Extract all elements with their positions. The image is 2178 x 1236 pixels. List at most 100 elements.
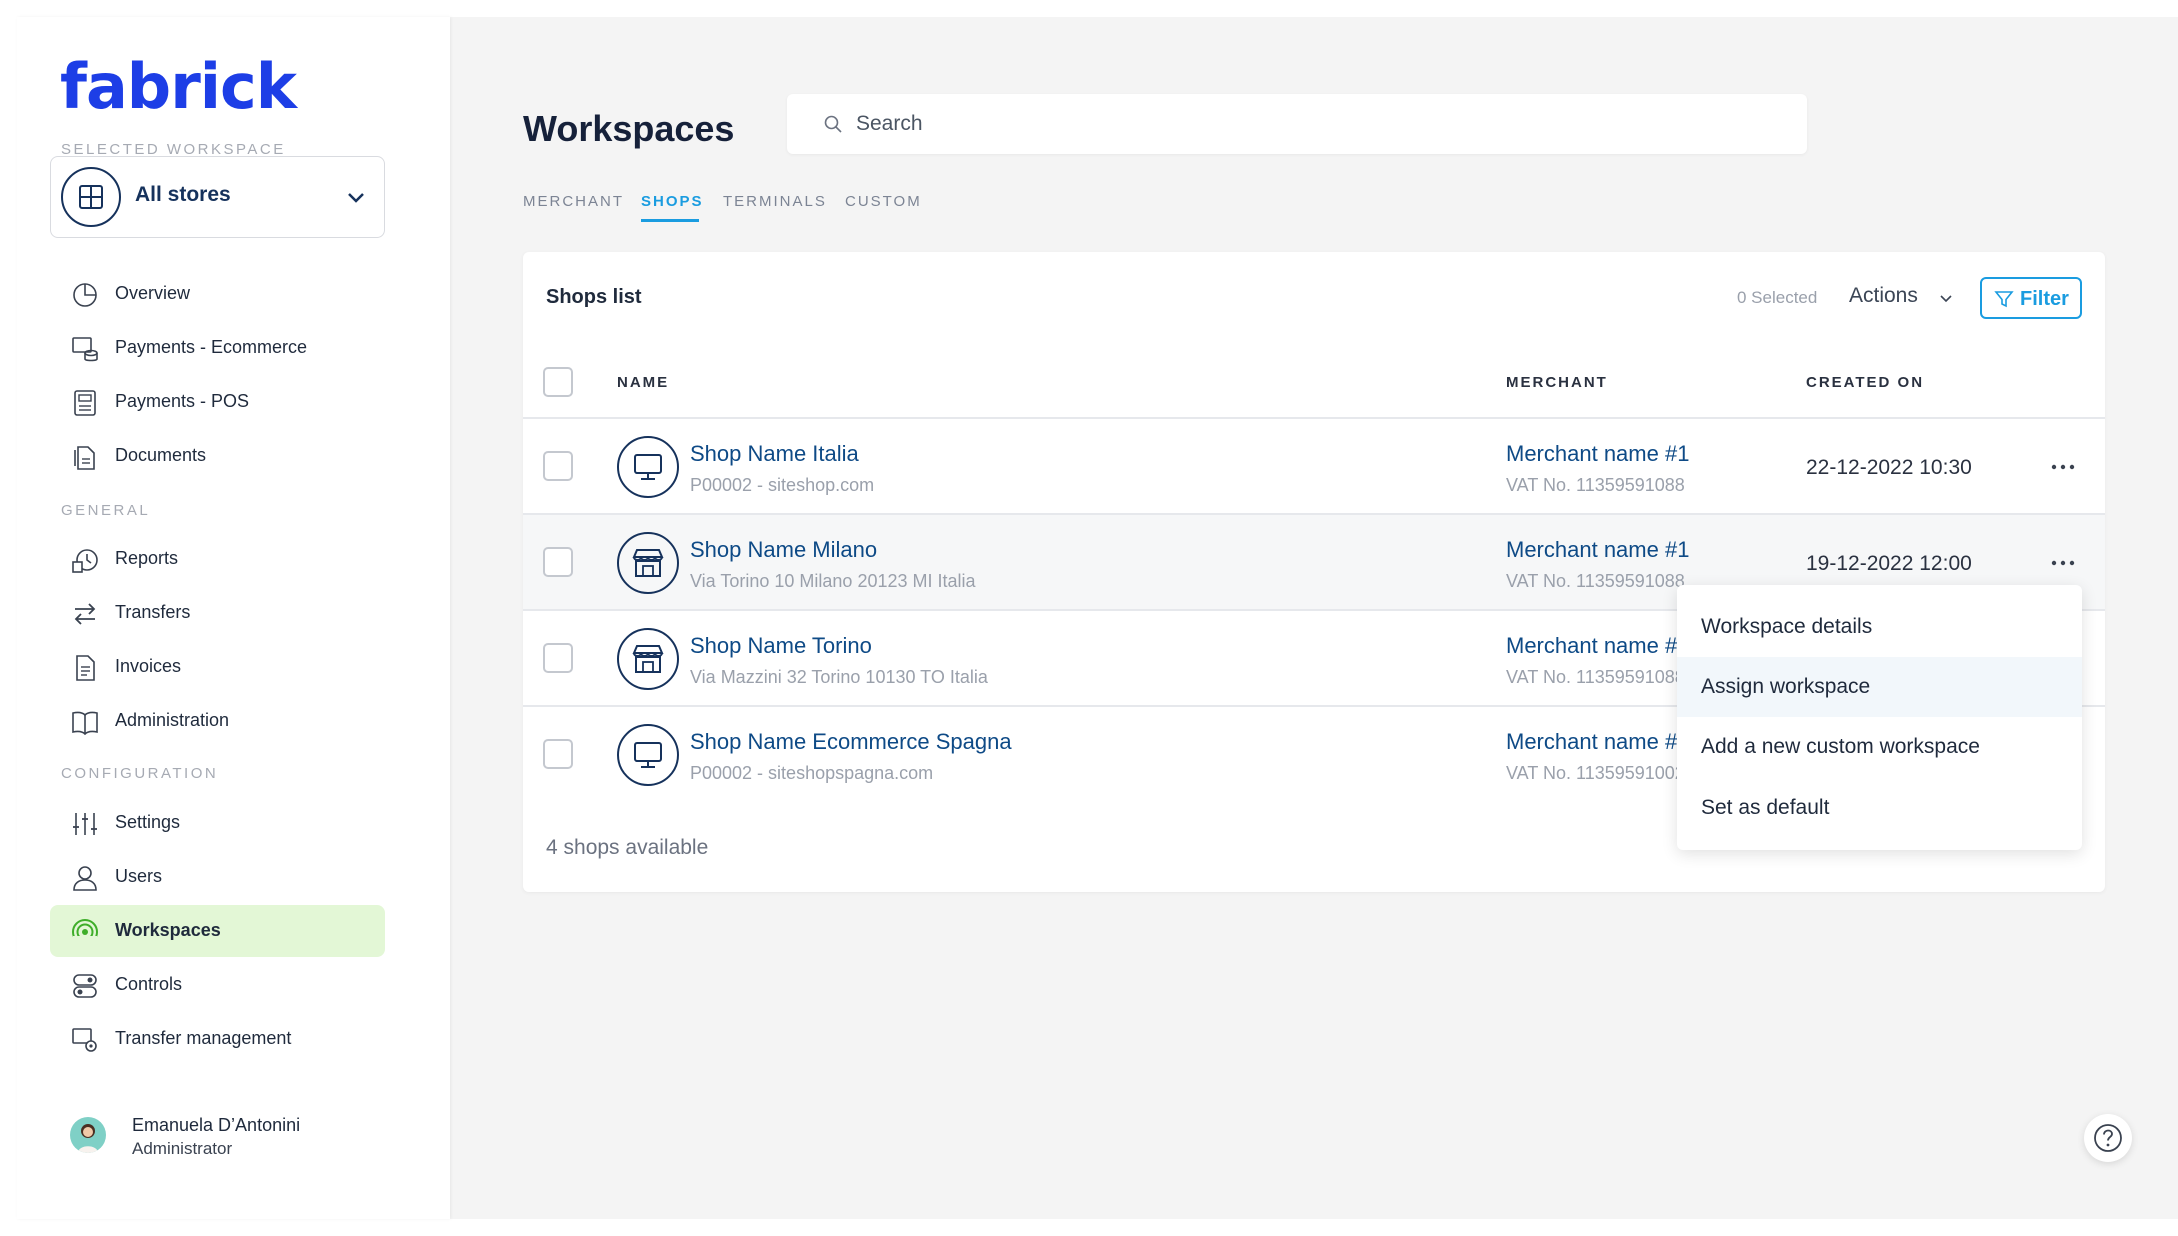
fabrick-logo[interactable]: fabrick — [60, 50, 297, 123]
help-icon — [2094, 1124, 2122, 1152]
menu-item-workspace-details[interactable]: Workspace details — [1677, 597, 2082, 657]
pie-chart-icon — [73, 283, 97, 307]
row-checkbox[interactable] — [543, 643, 573, 673]
menu-item-assign-workspace[interactable]: Assign workspace — [1677, 657, 2082, 717]
monitor-icon — [617, 724, 679, 786]
sidebar-item-transfers[interactable]: Transfers — [50, 587, 385, 639]
shop-subtitle: Via Torino 10 Milano 20123 MI Italia — [690, 571, 976, 591]
shop-subtitle: P00002 - siteshopspagna.com — [690, 763, 934, 783]
sliders-icon — [73, 813, 97, 835]
ecommerce-payments-icon — [72, 337, 98, 362]
shop-name-link[interactable]: Shop Name Italia — [690, 441, 859, 467]
sidebar-item-label: Users — [115, 866, 163, 886]
tab-terminals[interactable]: TERMINALS — [723, 193, 827, 210]
shop-name-link[interactable]: Shop Name Torino — [690, 633, 872, 659]
column-header-merchant[interactable]: MERCHANT — [1506, 374, 1608, 391]
store-icon — [617, 532, 679, 594]
more-options-icon[interactable] — [2048, 553, 2078, 573]
sidebar-item-users[interactable]: Users — [50, 851, 385, 903]
sidebar-item-overview[interactable]: Overview — [50, 268, 385, 320]
sidebar-item-label: Payments - POS — [115, 391, 250, 411]
menu-item-label: Workspace details — [1701, 615, 1873, 638]
filter-button[interactable]: Filter — [1980, 277, 2082, 319]
workspace-selector-label: All stores — [135, 183, 231, 206]
general-section-label: GENERAL — [61, 502, 151, 519]
shop-name-link[interactable]: Shop Name Milano — [690, 537, 877, 563]
row-checkbox[interactable] — [543, 547, 573, 577]
sidebar-item-documents[interactable]: Documents — [50, 430, 385, 482]
sidebar-item-controls[interactable]: Controls — [50, 959, 385, 1011]
sidebar-item-label: Controls — [115, 974, 183, 994]
sidebar-item-transfer-management[interactable]: Transfer management — [50, 1013, 385, 1065]
menu-item-label: Set as default — [1701, 796, 1830, 819]
sidebar-item-workspaces[interactable]: Workspaces — [50, 905, 385, 957]
transfer-management-icon — [72, 1028, 97, 1052]
filter-button-label: Filter — [2020, 288, 2069, 310]
filter-icon — [1994, 291, 2014, 308]
monitor-icon — [617, 436, 679, 498]
merchant-name-link[interactable]: Merchant name # — [1506, 729, 1677, 755]
sidebar-item-payments-ecommerce[interactable]: Payments - Ecommerce — [50, 322, 385, 374]
merchant-name-link[interactable]: Merchant name #1 — [1506, 537, 1689, 563]
menu-item-add-custom-workspace[interactable]: Add a new custom workspace — [1677, 717, 2082, 777]
sidebar-item-administration[interactable]: Administration — [50, 695, 385, 747]
row-checkbox[interactable] — [543, 451, 573, 481]
workspace-selector[interactable]: All stores — [50, 156, 385, 238]
created-on: 19-12-2022 12:00 — [1806, 552, 1972, 575]
shop-subtitle: Via Mazzini 32 Torino 10130 TO Italia — [690, 667, 988, 687]
merchant-vat: VAT No. 11359591088 — [1506, 667, 1685, 687]
column-header-created-on[interactable]: CREATED ON — [1806, 374, 1924, 391]
sidebar-item-label: Payments - Ecommerce — [115, 337, 308, 357]
sidebar-item-label: Administration — [115, 710, 230, 730]
menu-item-set-as-default[interactable]: Set as default — [1677, 778, 2082, 838]
more-options-icon[interactable] — [2048, 457, 2078, 477]
tab-merchant[interactable]: MERCHANT — [523, 193, 624, 210]
transfers-icon — [74, 603, 96, 625]
sidebar-item-label: Invoices — [115, 656, 182, 676]
help-button[interactable] — [2084, 1114, 2132, 1162]
search-bar[interactable] — [787, 94, 1807, 154]
sidebar-item-label: Transfer management — [115, 1028, 292, 1048]
menu-item-label: Assign workspace — [1701, 675, 1871, 698]
configuration-section-label: CONFIGURATION — [61, 765, 219, 782]
shop-subtitle: P00002 - siteshop.com — [690, 475, 875, 495]
sidebar-item-label: Documents — [115, 445, 207, 465]
row-checkbox[interactable] — [543, 739, 573, 769]
sidebar-item-payments-pos[interactable]: Payments - POS — [50, 376, 385, 428]
sidebar-item-label: Workspaces — [115, 920, 221, 940]
card-title: Shops list — [546, 286, 642, 308]
row-context-menu: Workspace details Assign workspace Add a… — [1677, 585, 2082, 850]
avatar — [70, 1117, 106, 1153]
sidebar-item-reports[interactable]: Reports — [50, 533, 385, 585]
select-all-checkbox[interactable] — [543, 367, 573, 397]
grid-icon — [61, 167, 121, 227]
merchant-vat: VAT No. 11359591088 — [1506, 475, 1685, 495]
invoices-icon — [76, 655, 95, 681]
page-title: Workspaces — [523, 108, 735, 149]
merchant-vat: VAT No. 11359591088 — [1506, 571, 1685, 591]
created-on: 22-12-2022 10:30 — [1806, 456, 1972, 479]
tab-custom[interactable]: CUSTOM — [845, 193, 922, 210]
chevron-down-icon — [348, 193, 364, 203]
pos-terminal-icon — [74, 390, 96, 416]
chevron-down-icon[interactable] — [1938, 290, 1954, 306]
merchant-name-link[interactable]: Merchant name # — [1506, 633, 1677, 659]
table-divider — [523, 417, 2105, 419]
user-name: Emanuela D’Antonini — [132, 1115, 301, 1135]
search-icon — [824, 115, 842, 133]
tab-shops[interactable]: SHOPS — [641, 193, 704, 210]
merchant-vat: VAT No. 11359591002 — [1506, 763, 1685, 783]
active-tab-indicator — [641, 219, 699, 222]
selected-count: 0 Selected — [1737, 288, 1818, 307]
merchant-name-link[interactable]: Merchant name #1 — [1506, 441, 1689, 467]
sidebar-item-settings[interactable]: Settings — [50, 797, 385, 849]
menu-item-label: Add a new custom workspace — [1701, 735, 1980, 758]
shop-name-link[interactable]: Shop Name Ecommerce Spagna — [690, 729, 1012, 755]
search-input[interactable] — [856, 106, 1756, 142]
column-header-name[interactable]: NAME — [617, 374, 669, 391]
actions-dropdown[interactable]: Actions — [1849, 284, 1918, 308]
user-role: Administrator — [132, 1139, 233, 1158]
user-profile[interactable]: Emanuela D’Antonini Administrator — [70, 1105, 410, 1165]
sidebar-item-invoices[interactable]: Invoices — [50, 641, 385, 693]
store-icon — [617, 628, 679, 690]
